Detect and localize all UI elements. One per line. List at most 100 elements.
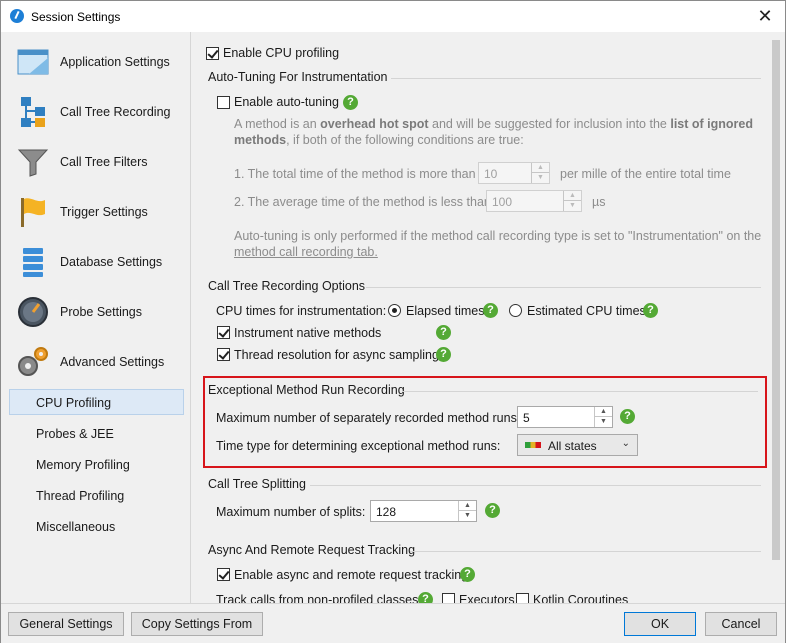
sidebar-item-label: Advanced Settings	[60, 355, 165, 369]
spinner-value: 5	[523, 411, 530, 425]
executors-checkbox[interactable]	[442, 593, 455, 603]
spinner-arrows: ▲ ▼	[458, 501, 476, 521]
spinner-up-icon: ▲	[532, 163, 549, 173]
sidebar: Application Settings Call Tree Recording…	[1, 32, 191, 603]
title-bar: Session Settings ✕	[1, 1, 785, 32]
help-icon[interactable]: ?	[343, 95, 358, 110]
auto-tuning-description-line1: A method is an overhead hot spot and wil…	[234, 117, 753, 131]
track-calls-label: Track calls from non-profiled classes:	[216, 593, 422, 603]
gears-icon	[18, 347, 48, 376]
spinner-arrows: ▲ ▼	[563, 191, 581, 211]
condition2-label: 2. The average time of the method is les…	[234, 195, 491, 209]
sidebar-item-advanced-settings[interactable]: Advanced Settings	[9, 340, 184, 384]
kotlin-coroutines-label: Kotlin Coroutines	[533, 593, 629, 603]
cancel-button[interactable]: Cancel	[705, 612, 777, 636]
close-icon[interactable]: ✕	[745, 1, 785, 32]
help-icon[interactable]: ?	[485, 503, 500, 518]
enable-cpu-profiling-label: Enable CPU profiling	[223, 46, 340, 60]
help-icon[interactable]: ?	[418, 592, 433, 603]
sidebar-subitem-miscellaneous[interactable]: Miscellaneous	[9, 513, 184, 539]
cpu-times-label: CPU times for instrumentation:	[216, 304, 387, 318]
spinner-value: 128	[376, 505, 397, 519]
sidebar-subitem-probes-jee[interactable]: Probes & JEE	[9, 420, 184, 446]
application-settings-icon	[17, 49, 49, 75]
help-icon[interactable]: ?	[483, 303, 498, 318]
settings-panel: Enable CPU profiling Auto-Tuning For Ins…	[192, 32, 785, 603]
call-tree-recording-options-heading: Call Tree Recording Options	[208, 279, 366, 293]
sidebar-subitem-cpu-profiling[interactable]: CPU Profiling	[9, 389, 184, 415]
thread-resolution-label: Thread resolution for async sampling	[234, 348, 439, 362]
enable-auto-tuning-checkbox[interactable]	[217, 96, 230, 109]
help-icon[interactable]: ?	[620, 409, 635, 424]
spinner-down-icon: ▼	[537, 174, 544, 181]
sidebar-subitem-memory-profiling[interactable]: Memory Profiling	[9, 451, 184, 477]
spinner-arrows: ▲ ▼	[594, 407, 612, 427]
sidebar-item-label: Application Settings	[60, 55, 170, 69]
thread-states-icon	[525, 442, 541, 448]
condition2-unit: µs	[592, 195, 606, 209]
sidebar-subitem-label: Miscellaneous	[36, 520, 116, 534]
enable-auto-tuning-label: Enable auto-tuning	[234, 95, 339, 109]
help-icon[interactable]: ?	[460, 567, 475, 582]
enable-cpu-profiling-checkbox[interactable]	[206, 47, 219, 60]
database-icon	[23, 248, 43, 277]
help-icon[interactable]: ?	[436, 325, 451, 340]
max-runs-label: Maximum number of separately recorded me…	[216, 411, 521, 425]
gauge-icon	[18, 297, 48, 327]
help-icon[interactable]: ?	[436, 347, 451, 362]
spinner-up-icon[interactable]: ▲	[459, 501, 476, 511]
spinner-arrows: ▲ ▼	[531, 163, 549, 183]
funnel-icon	[17, 149, 49, 177]
auto-tuning-note-line1: Auto-tuning is only performed if the met…	[234, 229, 762, 243]
condition1-unit: per mille of the entire total time	[560, 167, 731, 181]
exceptional-method-run-recording-heading: Exceptional Method Run Recording	[208, 383, 405, 397]
spinner-down-icon[interactable]: ▼	[595, 417, 612, 427]
help-icon[interactable]: ?	[643, 303, 658, 318]
flag-icon	[21, 198, 45, 227]
spinner-down-icon[interactable]: ▼	[459, 511, 476, 521]
estimated-cpu-times-radio[interactable]	[509, 304, 522, 317]
thread-resolution-checkbox[interactable]	[217, 348, 230, 361]
time-type-dropdown[interactable]: All states ⌄	[517, 434, 638, 456]
enable-async-tracking-checkbox[interactable]	[217, 568, 230, 581]
sidebar-item-probe-settings[interactable]: Probe Settings	[9, 290, 184, 334]
call-tree-splitting-heading: Call Tree Splitting	[208, 477, 306, 491]
vertical-scrollbar[interactable]	[772, 40, 780, 560]
button-bar: General Settings Copy Settings From OK C…	[1, 603, 785, 643]
sidebar-item-call-tree-recording[interactable]: Call Tree Recording	[9, 90, 184, 134]
sidebar-subitem-thread-profiling[interactable]: Thread Profiling	[9, 482, 184, 508]
sidebar-item-database-settings[interactable]: Database Settings	[9, 240, 184, 284]
sidebar-subitem-label: Memory Profiling	[36, 458, 130, 472]
elapsed-times-label: Elapsed times	[406, 304, 485, 318]
sidebar-subitem-label: Probes & JEE	[36, 427, 114, 441]
section-divider	[391, 78, 761, 79]
auto-tuning-heading: Auto-Tuning For Instrumentation	[208, 70, 388, 84]
sidebar-subitem-label: CPU Profiling	[36, 396, 112, 410]
condition1-label: 1. The total time of the method is more …	[234, 167, 476, 181]
max-runs-spinner[interactable]: 5 ▲ ▼	[517, 406, 613, 428]
max-splits-spinner[interactable]: 128 ▲ ▼	[370, 500, 477, 522]
call-tree-recording-icon	[21, 97, 45, 127]
sidebar-item-label: Database Settings	[60, 255, 163, 269]
sidebar-item-label: Probe Settings	[60, 305, 142, 319]
session-settings-dialog: Session Settings ✕ Application Settings …	[0, 0, 786, 643]
kotlin-coroutines-checkbox[interactable]	[516, 593, 529, 603]
method-call-recording-tab-link[interactable]: method call recording tab.	[234, 245, 378, 259]
spinner-down-icon: ▼	[569, 202, 576, 209]
copy-settings-from-button[interactable]: Copy Settings From	[131, 612, 263, 636]
spinner-value: 100	[492, 195, 513, 209]
general-settings-button[interactable]: General Settings	[8, 612, 124, 636]
spinner-value: 10	[484, 167, 498, 181]
sidebar-subitem-label: Thread Profiling	[36, 489, 125, 503]
time-type-label: Time type for determining exceptional me…	[216, 439, 501, 453]
sidebar-item-trigger-settings[interactable]: Trigger Settings	[9, 190, 184, 234]
sidebar-item-application-settings[interactable]: Application Settings	[9, 40, 184, 84]
instrument-native-methods-checkbox[interactable]	[217, 326, 230, 339]
app-icon	[10, 9, 24, 23]
spinner-up-icon[interactable]: ▲	[595, 407, 612, 417]
sidebar-item-label: Call Tree Filters	[60, 155, 148, 169]
sidebar-item-call-tree-filters[interactable]: Call Tree Filters	[9, 140, 184, 184]
sidebar-item-label: Call Tree Recording	[60, 105, 171, 119]
ok-button[interactable]: OK	[624, 612, 696, 636]
elapsed-times-radio[interactable]	[388, 304, 401, 317]
